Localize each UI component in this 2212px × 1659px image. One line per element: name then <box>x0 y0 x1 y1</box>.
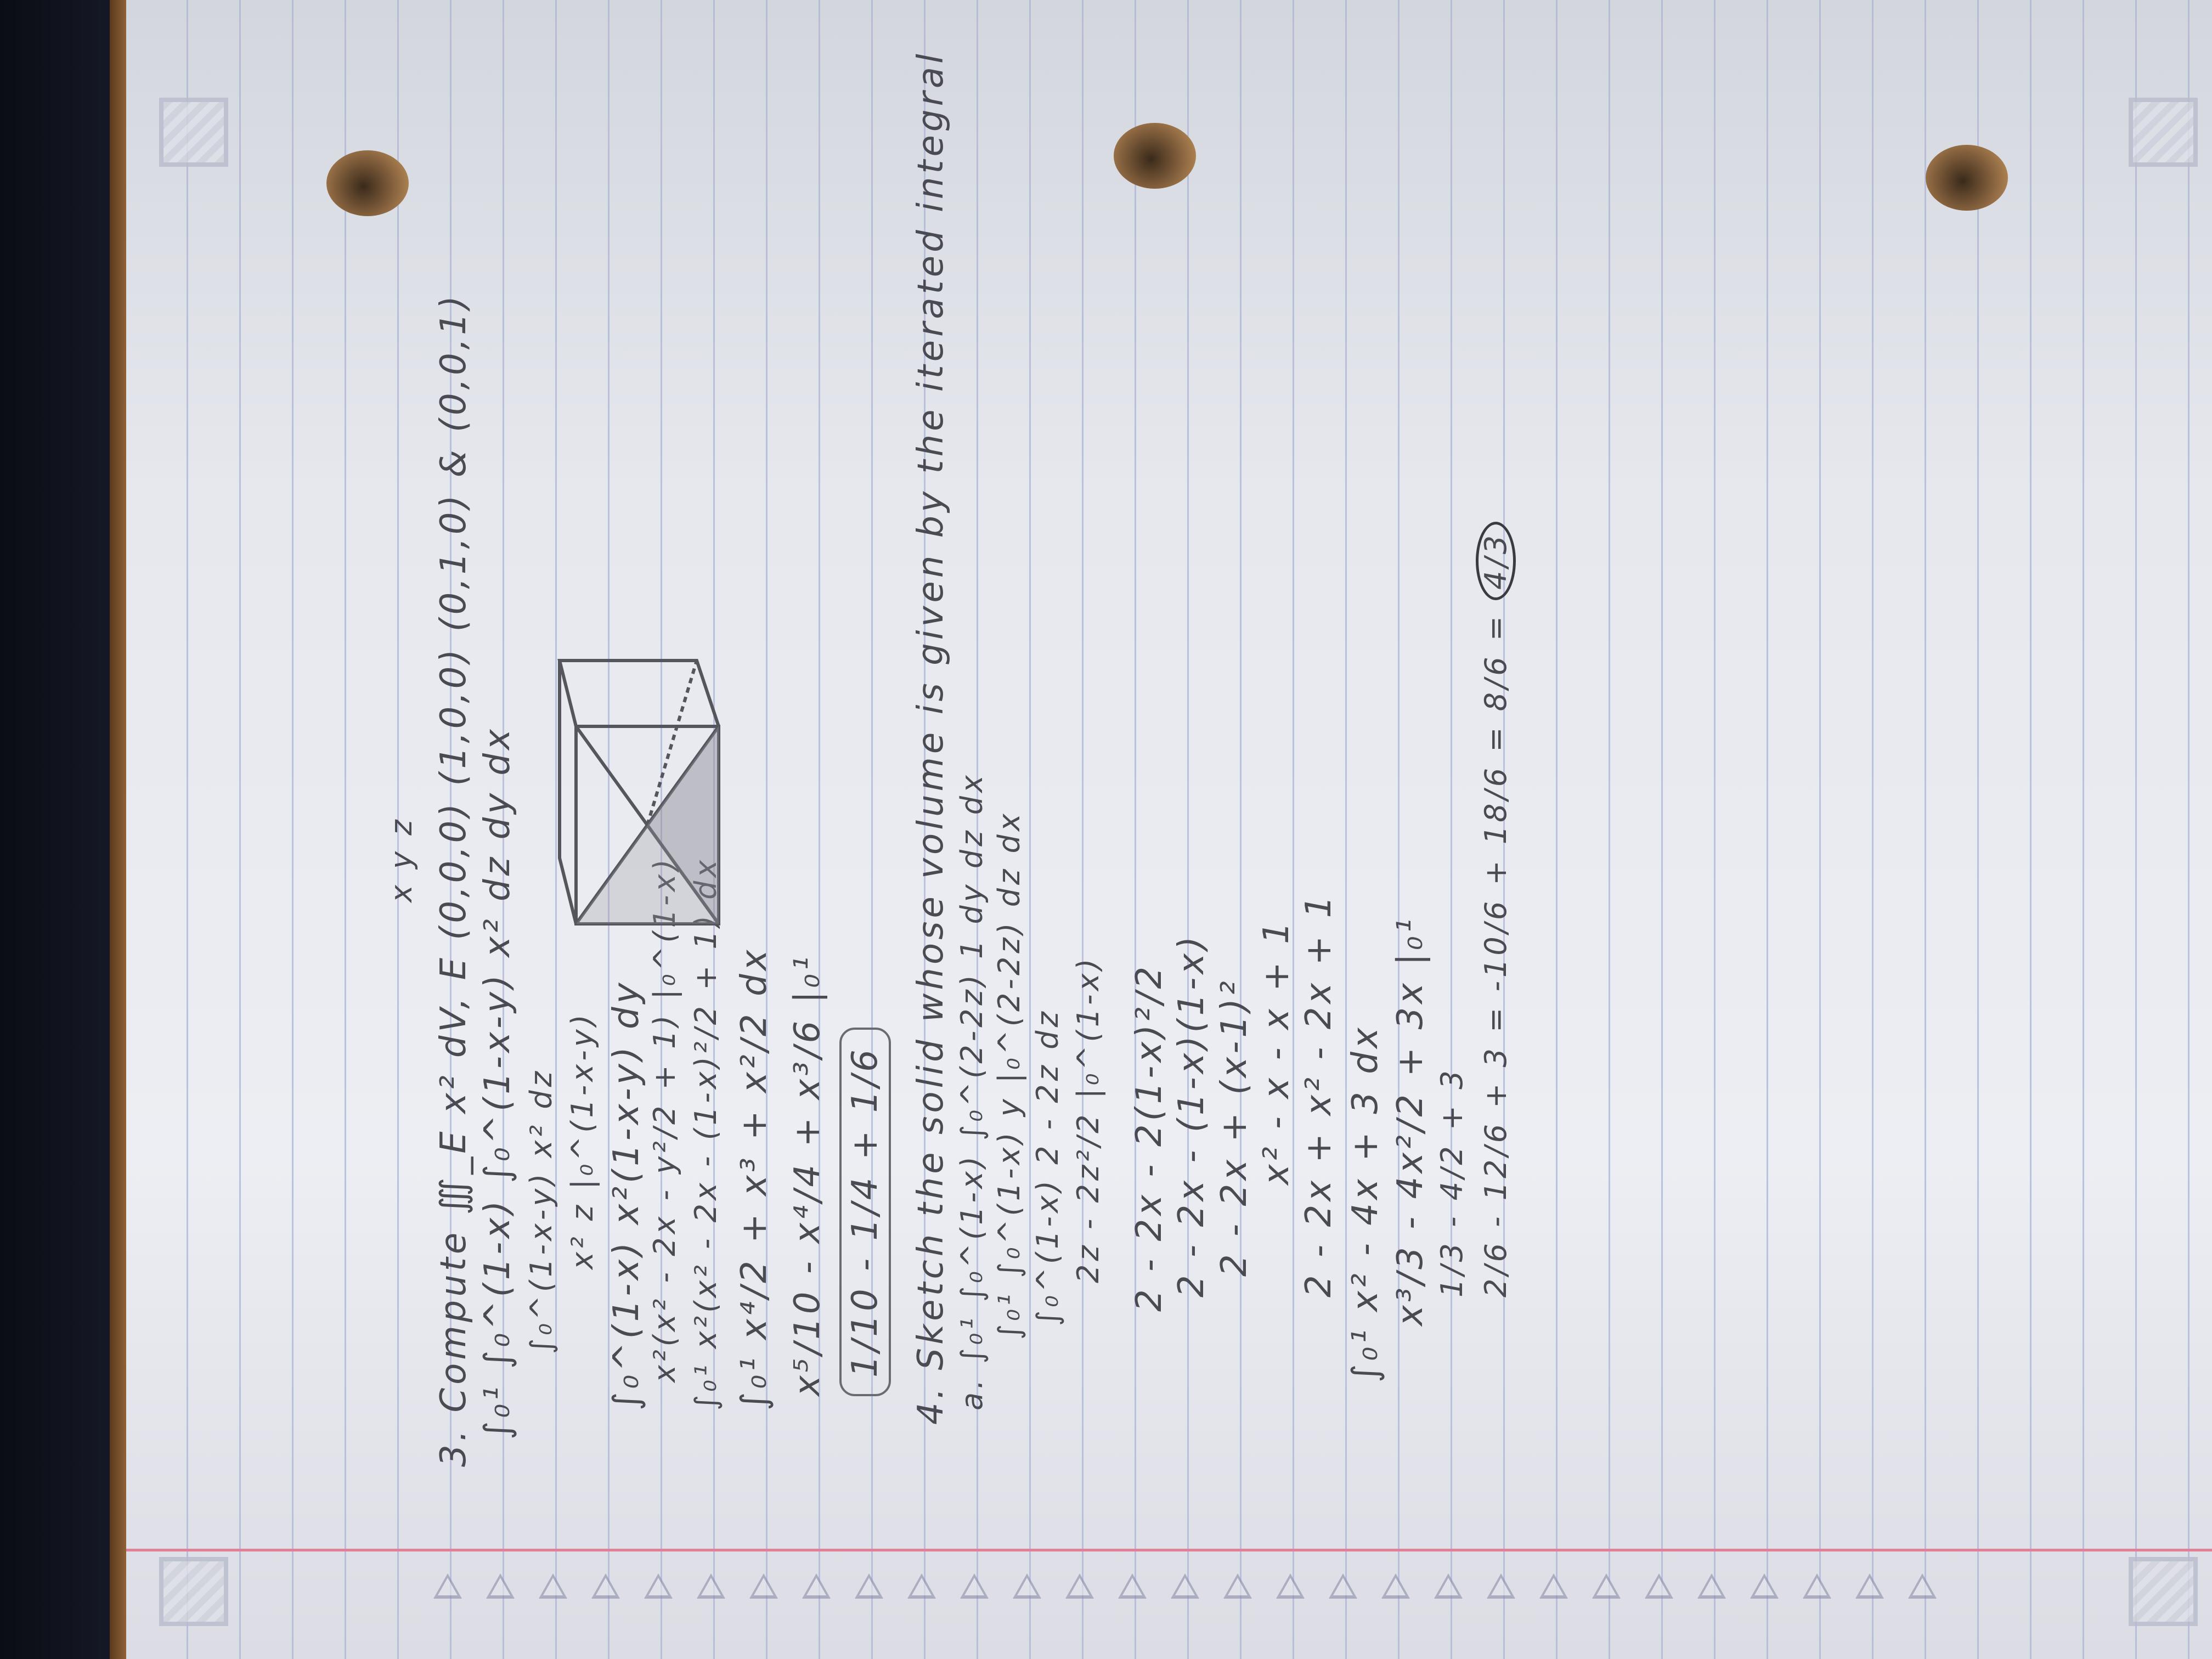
margin-triangle <box>1803 1573 1831 1599</box>
margin-line <box>126 1549 2212 1551</box>
ruled-line <box>1293 0 1294 1659</box>
axes-label: x y z <box>384 816 419 902</box>
punch-hole <box>1114 123 1196 189</box>
margin-triangle <box>1539 1573 1568 1599</box>
margin-triangle <box>697 1573 725 1599</box>
problem3-step: ∫₀¹ x²(x² - 2x - (1-x)²/2 + 1) dx <box>689 856 723 1410</box>
ruled-line <box>1925 0 1926 1659</box>
margin-triangle <box>1908 1573 1937 1599</box>
ruled-line <box>1029 0 1031 1659</box>
margin-triangle <box>1855 1573 1884 1599</box>
notebook-page: 3. Compute ∭_E x² dV, E (0,0,0) (1,0,0) … <box>126 0 2212 1659</box>
margin-triangle <box>433 1573 462 1599</box>
margin-triangle <box>1223 1573 1252 1599</box>
problem4-step: x² - x - x + 1 <box>1256 918 1297 1185</box>
ruled-line <box>2083 0 2084 1659</box>
corner-code-mark <box>2129 98 2198 167</box>
problem4-step: x³/3 - 4x²/2 + 3x |₀¹ <box>1390 915 1431 1326</box>
problem4-heading: 4. Sketch the solid whose volume is give… <box>911 50 951 1425</box>
margin-triangle <box>1645 1573 1673 1599</box>
ruled-line <box>292 0 294 1659</box>
problem4-step: 1/3 - 4/2 + 3 <box>1435 1067 1469 1297</box>
margin-triangle <box>644 1573 673 1599</box>
problem4-step: ∫₀¹ x² - 4x + 3 dx <box>1345 1024 1386 1383</box>
ruled-line <box>1714 0 1716 1659</box>
ruled-line <box>1819 0 1821 1659</box>
problem4-step: 2 - 2x + x² - 2x + 1 <box>1299 892 1339 1297</box>
ruled-line <box>1609 0 1610 1659</box>
corner-code-mark <box>2129 1557 2198 1626</box>
margin-triangle <box>1434 1573 1463 1599</box>
ruled-line <box>871 0 873 1659</box>
circled-final-answer: 4/3 <box>1476 521 1516 600</box>
problem4-step: ∫₀^(1-x) 2 - 2z dz <box>1030 1008 1065 1326</box>
problem3-step: x⁵/10 - x⁴/4 + x³/6 |₀¹ <box>787 953 828 1396</box>
desk-background <box>0 0 115 1659</box>
problem4-step: 2 - 2x + (x-1)² <box>1214 978 1255 1277</box>
margin-triangle <box>749 1573 778 1599</box>
problem3-step: x²(x² - 2x - y²/2 + 1) |₀^(1-x) <box>647 856 682 1383</box>
ruled-line <box>1082 0 1084 1659</box>
margin-triangle <box>907 1573 936 1599</box>
margin-triangle <box>802 1573 831 1599</box>
margin-triangle <box>1013 1573 1041 1599</box>
margin-triangle <box>1381 1573 1410 1599</box>
margin-triangle <box>539 1573 567 1599</box>
punch-hole <box>326 150 409 216</box>
ruled-line <box>1767 0 1768 1659</box>
ruled-line <box>345 0 346 1659</box>
problem3-step: ∫₀^(1-x) x²(1-x-y) dy <box>606 979 647 1410</box>
margin-triangle <box>1697 1573 1726 1599</box>
ruled-line <box>239 0 241 1659</box>
problem3-step: x² z |₀^(1-x-y) <box>565 1011 600 1269</box>
margin-triangle <box>1750 1573 1779 1599</box>
margin-triangle <box>1592 1573 1621 1599</box>
margin-triangle <box>1487 1573 1515 1599</box>
corner-code-mark <box>159 1557 228 1626</box>
problem4-step: 2 - 2x - 2(1-x)²/2 <box>1129 963 1170 1312</box>
ruled-line <box>187 0 188 1659</box>
boxed-answer: 1/10 - 1/4 + 1/6 <box>839 1028 891 1396</box>
problem4-part-a: a. ∫₀¹ ∫₀^(1-x) ∫₀^(2-2z) 1 dy dz dx <box>955 772 989 1410</box>
problem3-step: ∫₀¹ ∫₀^(1-x) ∫₀^(1-x-y) x² dz dy dx <box>477 726 518 1440</box>
margin-triangle <box>960 1573 989 1599</box>
ruled-line <box>2188 0 2190 1659</box>
ruled-line <box>819 0 820 1659</box>
problem3-step: ∫₀¹ x⁴/2 + x³ + x²/2 dx <box>734 946 775 1410</box>
margin-triangle <box>1118 1573 1147 1599</box>
margin-triangle <box>486 1573 515 1599</box>
problem3-heading: 3. Compute ∭_E x² dV, E (0,0,0) (1,0,0) … <box>433 292 474 1467</box>
punch-hole <box>1926 145 2008 211</box>
margin-triangle <box>1276 1573 1305 1599</box>
ruled-line <box>2030 0 2032 1659</box>
tetrahedron-sketch <box>557 659 720 926</box>
problem4-final-line: 2/6 - 12/6 + 3 = -10/6 + 18/6 = 8/6 = 4/… <box>1476 521 1516 1297</box>
margin-triangle <box>1065 1573 1094 1599</box>
problem3-step: ∫₀^(1-x-y) x² dz <box>524 1068 558 1354</box>
problem4-step: 2z - 2z²/2 |₀^(1-x) <box>1071 955 1105 1283</box>
ruled-line <box>1556 0 1558 1659</box>
margin-triangle <box>855 1573 883 1599</box>
ruled-line <box>1977 0 1979 1659</box>
ruled-line <box>1187 0 1189 1659</box>
ruled-line <box>1240 0 1242 1659</box>
ruled-line <box>1398 0 1400 1659</box>
final-computation: 2/6 - 12/6 + 3 = -10/6 + 18/6 = 8/6 = <box>1479 613 1513 1297</box>
margin-triangle <box>591 1573 620 1599</box>
ruled-line <box>1661 0 1663 1659</box>
margin-triangle <box>1329 1573 1357 1599</box>
ruled-line <box>2135 0 2137 1659</box>
ruled-line <box>1451 0 1452 1659</box>
problem4-step: ∫₀¹ ∫₀^(1-x) y |₀^(2-2z) dz dx <box>992 810 1026 1340</box>
margin-triangle <box>1171 1573 1199 1599</box>
ruled-line <box>1345 0 1347 1659</box>
problem4-step: 2 - 2x - (1-x)(1-x) <box>1171 933 1212 1297</box>
ruled-line <box>1872 0 1874 1659</box>
corner-code-mark <box>159 98 228 167</box>
ruled-line <box>1135 0 1136 1659</box>
